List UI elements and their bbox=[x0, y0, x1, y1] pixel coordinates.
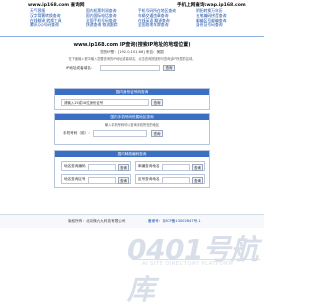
areacode-cell-label: 地名查询区号 bbox=[64, 177, 86, 181]
areacode-cell: 区号查询地名 查询 bbox=[135, 174, 205, 184]
phone-query-button[interactable]: 查询 bbox=[151, 130, 163, 137]
footer: 版权所有：北京微九九科技有限公司 备案号：京ICP备13002847号-1 bbox=[0, 214, 264, 228]
postcode-to-place-input[interactable] bbox=[162, 163, 190, 171]
nav-link[interactable]: 全国各地车牌查询 bbox=[138, 23, 176, 28]
id-card-panel-header: 国内身份证号码查询 bbox=[55, 89, 209, 95]
id-card-query-button[interactable]: 查询 bbox=[151, 99, 163, 106]
watermark-divider bbox=[132, 259, 260, 260]
areacode-to-place-input[interactable] bbox=[162, 176, 190, 184]
nav-column-1: 天气预报 汉字简繁转换查询 在线翻译 转换工具 腾讯QQ号码查询 bbox=[30, 8, 62, 28]
ip-query-button[interactable]: 查询 bbox=[163, 65, 175, 71]
place-to-postcode-button[interactable]: 查询 bbox=[118, 163, 129, 171]
phone-panel: 国内手机号码所属地区查询 输入手机号码可以查询手机所在的地区 手机号码（前）： … bbox=[54, 113, 210, 145]
postcode-cell: 地名查询编码 查询 bbox=[61, 161, 131, 171]
instruction-note: 在下面输入框中输入您要查询的IP地址或者域名，点击查询按钮即可查询该IP所属的区… bbox=[68, 57, 196, 61]
place-to-postcode-input[interactable] bbox=[88, 163, 116, 171]
id-card-input[interactable]: 请输入15或18位身份证号 bbox=[61, 99, 149, 106]
postcode-cell: 邮编查询地名 查询 bbox=[135, 161, 205, 171]
phone-input[interactable] bbox=[93, 130, 147, 137]
watermark-logo: 0401号航库 AI SITE DIRECTORY PLATFORM bbox=[118, 228, 264, 306]
ip-input[interactable] bbox=[100, 65, 160, 71]
phone-panel-header: 国内手机号码所属地区查询 bbox=[55, 114, 209, 120]
phone-panel-subtitle: 输入手机号码可以查询手机所在的地区 bbox=[104, 123, 160, 127]
postcode-cell-label: 邮编查询地名 bbox=[138, 164, 160, 168]
ip-field-label: IP地址或者域名： bbox=[66, 66, 95, 70]
areacode-cell: 地名查询区号 查询 bbox=[61, 174, 131, 184]
place-to-areacode-input[interactable] bbox=[88, 176, 116, 184]
id-card-panel: 国内身份证号码查询 请输入15或18位身份证号 查询 bbox=[54, 88, 210, 110]
place-to-areacode-button[interactable]: 查询 bbox=[118, 176, 129, 184]
phone-field-label: 手机号码（前）： bbox=[63, 131, 92, 135]
nav-column-4: 阴阳转换万年历 五笔编码拼音查询 邮编区号邮编查询 身份证号码查询 bbox=[196, 8, 226, 28]
footer-icp-link[interactable]: 备案号：京ICP备13002847号-1 bbox=[148, 219, 201, 224]
areacode-cell-label: 区号查询地名 bbox=[138, 177, 160, 181]
footer-company: 版权所有：北京微九九科技有限公司 bbox=[68, 219, 126, 223]
nav-column-3: 手机号码所在地区查询 车辆交通违章查询 在线英语 翻译查询 全国各地车牌查询 bbox=[138, 8, 176, 28]
nav-link[interactable]: 身份证号码查询 bbox=[196, 23, 226, 28]
postcode-panel: 国内邮政编码查询 地名查询编码 查询 邮编查询地名 查询 地名查询区号 查询 区… bbox=[54, 150, 210, 188]
nav-link[interactable]: 快递查询 物流跟踪 bbox=[86, 23, 118, 28]
areacode-to-place-button[interactable]: 查询 bbox=[192, 176, 203, 184]
nav-link[interactable]: 腾讯QQ号码查询 bbox=[30, 23, 62, 28]
your-ip-line: 您的IP是：[192.0.101.66] 来自：美国 bbox=[100, 50, 164, 54]
watermark-brand: 0401号航库 bbox=[127, 233, 258, 306]
header-divider bbox=[0, 36, 264, 37]
watermark-subtitle: AI SITE DIRECTORY PLATFORM bbox=[142, 261, 234, 267]
page-title: www.ip168.com IP查询(搜索IP地址的地理位置) bbox=[73, 42, 191, 48]
postcode-panel-header: 国内邮政编码查询 bbox=[55, 151, 209, 157]
postcode-to-place-button[interactable]: 查询 bbox=[192, 163, 203, 171]
nav-column-2: 国内机票利润查询 国内国际电话查询 全国手机号码查询 快递查询 物流跟踪 bbox=[86, 8, 118, 28]
postcode-cell-label: 地名查询编码 bbox=[64, 164, 86, 168]
